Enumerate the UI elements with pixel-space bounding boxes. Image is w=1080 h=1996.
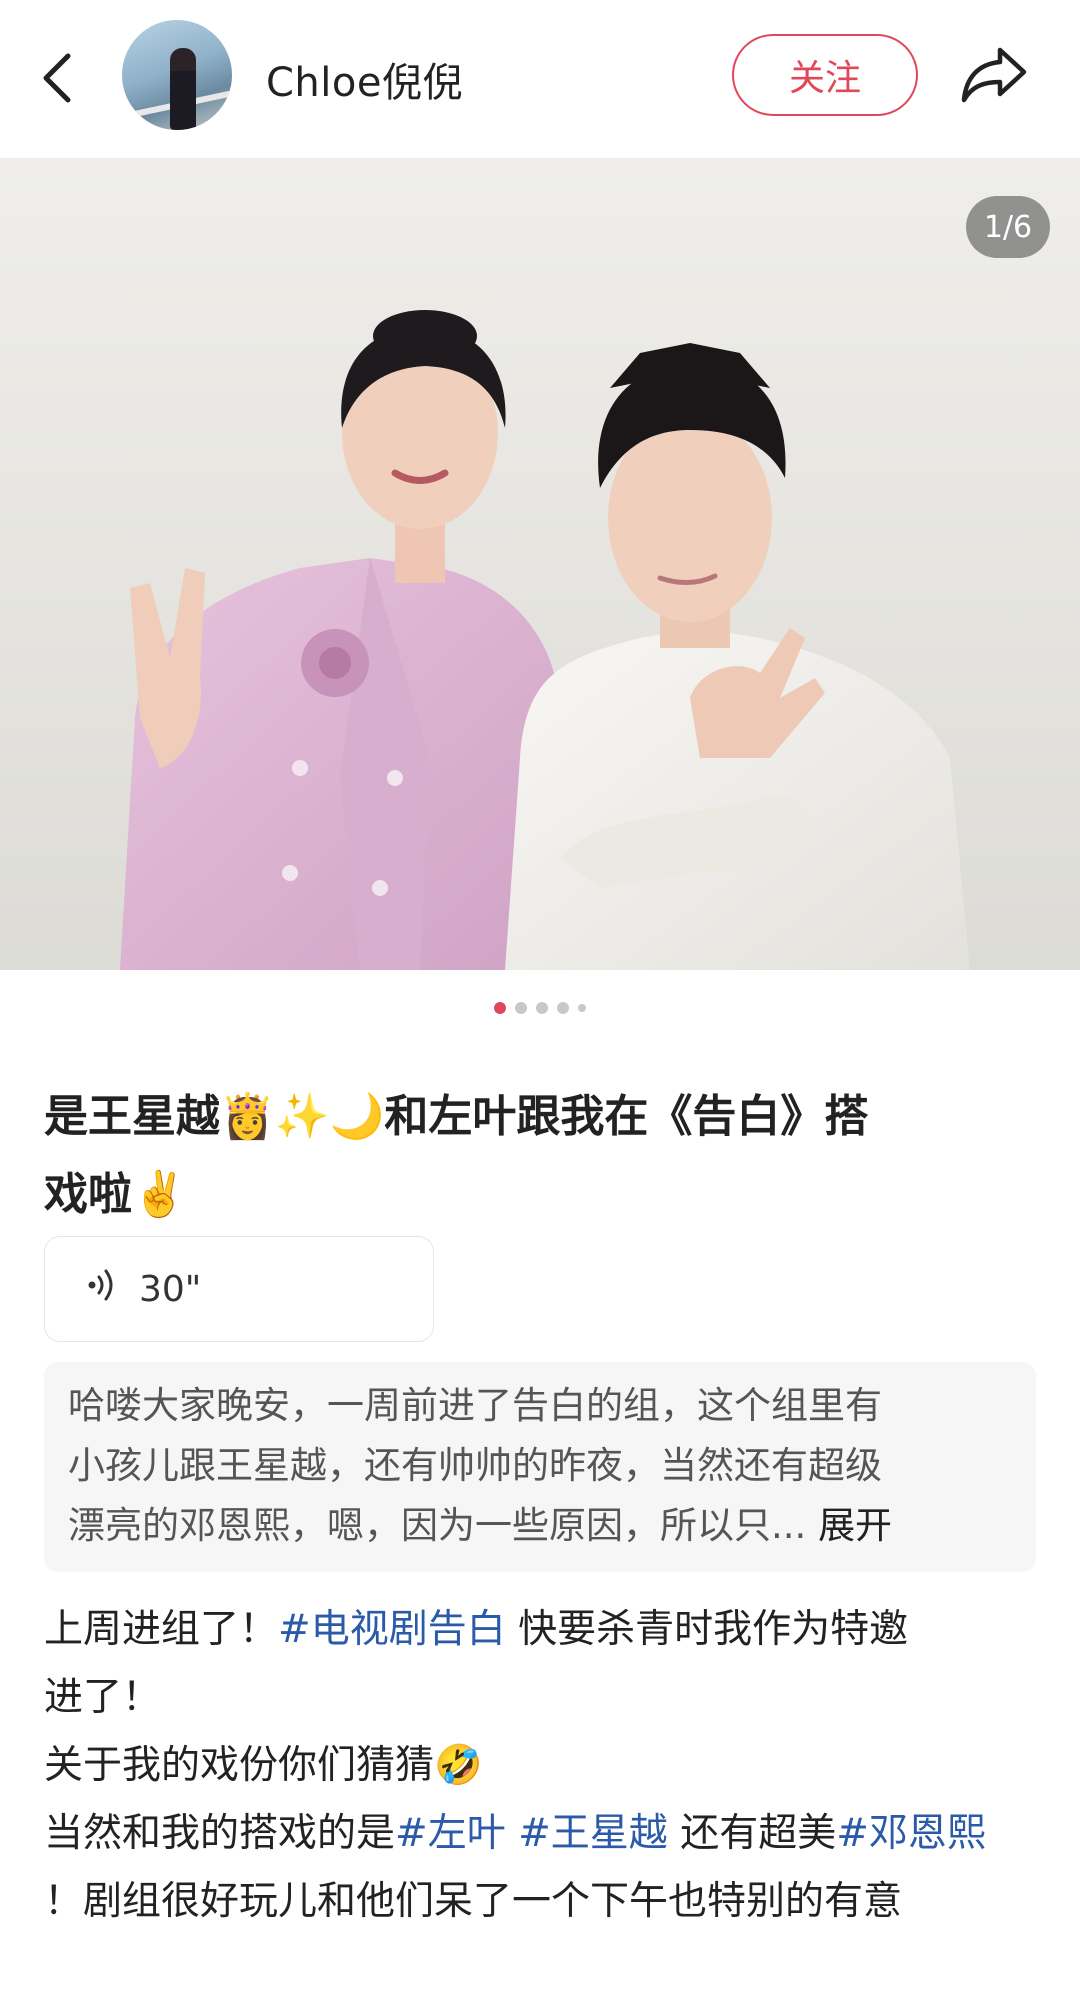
title-text: 和左叶跟我在《告白》搭 — [384, 1091, 869, 1142]
body-line: 当然和我的搭戏的是#左叶 #王星越 还有超美#邓恩熙 — [44, 1800, 1044, 1868]
summary-line: 漂亮的邓恩熙，嗯，因为一些原因，所以只... 展开 — [68, 1496, 1012, 1556]
summary-line: 小孩儿跟王星越，还有帅帅的昨夜，当然还有超级 — [68, 1444, 882, 1487]
summary-text: 漂亮的邓恩熙，嗯，因为一些原因，所以只... — [68, 1504, 807, 1547]
post-title: 是王星越👸✨🌙和左叶跟我在《告白》搭戏啦✌️ — [44, 1078, 1034, 1234]
username[interactable]: Chloe倪倪 — [266, 50, 463, 108]
carousel-dot[interactable] — [515, 1002, 527, 1014]
body-line: 上周进组了！#电视剧告白 快要杀青时我作为特邀 — [44, 1596, 1044, 1664]
carousel-dot[interactable] — [494, 1002, 506, 1014]
body-text: 快要杀青时我作为特邀 — [505, 1607, 909, 1652]
carousel-indicator — [0, 998, 1080, 1018]
hashtag-link[interactable]: #王星越 — [518, 1811, 668, 1856]
chevron-left-icon — [43, 53, 71, 103]
post-body: 上周进组了！#电视剧告白 快要杀青时我作为特邀 进了！ 关于我的戏份你们猜猜🤣 … — [44, 1596, 1044, 1936]
carousel-dot[interactable] — [536, 1002, 548, 1014]
post-header: Chloe倪倪 关注 — [0, 0, 1080, 158]
body-text: 关于我的戏份你们猜猜 — [44, 1743, 435, 1788]
sound-wave-icon — [87, 1268, 117, 1310]
crown-emoji: 👸 — [220, 1091, 275, 1142]
title-text: 戏啦 — [44, 1169, 132, 1220]
hashtag-link[interactable]: #电视剧告白 — [278, 1607, 506, 1652]
carousel-dot[interactable] — [557, 1002, 569, 1014]
title-text: 是王星越 — [44, 1091, 220, 1142]
photo-illustration — [0, 158, 1080, 970]
body-text: 还有超美 — [667, 1811, 837, 1856]
avatar-figure — [170, 48, 196, 130]
voice-transcript-summary: 哈喽大家晚安，一周前进了告白的组，这个组里有 小孩儿跟王星越，还有帅帅的昨夜，当… — [44, 1362, 1036, 1572]
back-button[interactable] — [36, 48, 84, 108]
moon-emoji: 🌙 — [329, 1091, 385, 1142]
bottom-fade — [0, 1930, 1080, 1996]
image-counter-badge: 1/6 — [966, 196, 1050, 258]
voice-duration: 30" — [139, 1268, 202, 1310]
laugh-emoji: 🤣 — [434, 1743, 483, 1788]
body-text: 当然和我的搭戏的是 — [44, 1811, 396, 1856]
share-arrow-icon — [961, 47, 1027, 103]
expand-button[interactable]: 展开 — [818, 1504, 892, 1547]
follow-button[interactable]: 关注 — [732, 34, 918, 116]
sparkle-emoji: ✨ — [274, 1091, 330, 1142]
summary-line: 哈喽大家晚安，一周前进了告白的组，这个组里有 — [68, 1384, 882, 1427]
body-line: ！剧组很好玩儿和他们呆了一个下午也特别的有意 — [44, 1879, 903, 1924]
body-line: 进了！ — [44, 1675, 162, 1720]
hashtag-link[interactable]: #左叶 — [395, 1811, 506, 1856]
hashtag-link[interactable]: #邓恩熙 — [836, 1811, 986, 1856]
body-line: 关于我的戏份你们猜猜🤣 — [44, 1732, 1044, 1800]
avatar[interactable] — [122, 20, 232, 130]
voice-message-button[interactable]: 30" — [44, 1236, 434, 1342]
victory-emoji: ✌️ — [132, 1169, 187, 1220]
post-photo[interactable] — [0, 158, 1080, 970]
share-button[interactable] — [960, 44, 1028, 106]
body-text: 上周进组了！ — [44, 1607, 279, 1652]
carousel-dot[interactable] — [578, 1004, 586, 1012]
